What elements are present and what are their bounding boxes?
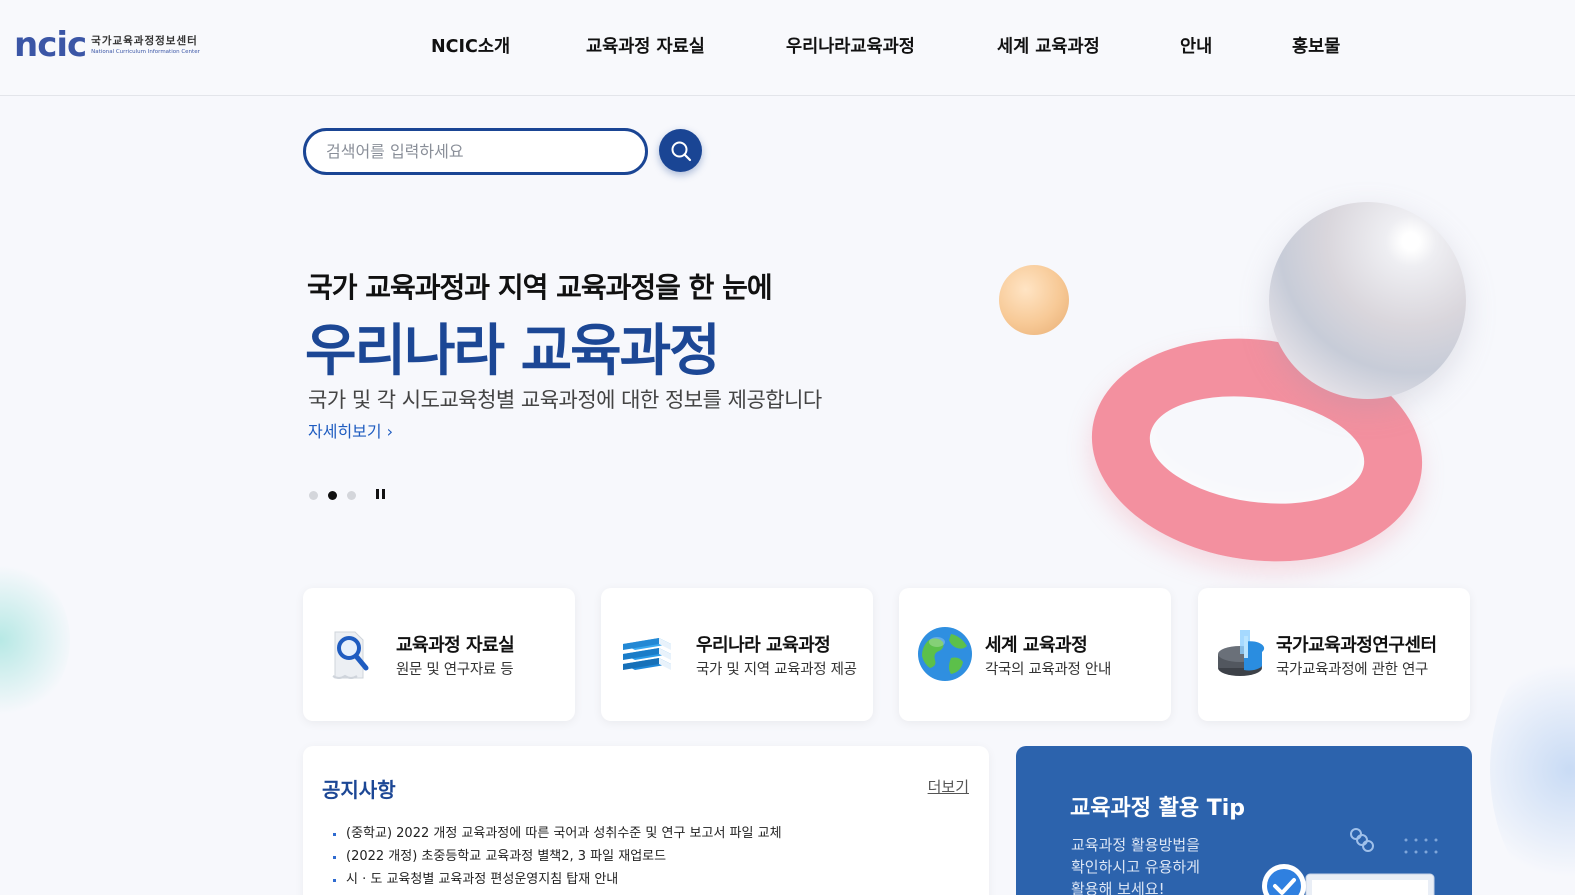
background-blur-left xyxy=(0,560,70,720)
slide-dot-2[interactable] xyxy=(328,490,337,500)
hero-description: 국가 및 각 시도교육청별 교육과정에 대한 정보를 제공합니다 xyxy=(308,388,822,412)
card-korea-curriculum[interactable]: 우리나라 교육과정 국가 및 지역 교육과정 제공 xyxy=(601,588,873,721)
card-desc: 각국의 교육과정 안내 xyxy=(985,662,1111,678)
tip-line: 활용해 보세요! xyxy=(1071,880,1165,895)
nav-item-curriculum-archive[interactable]: 교육과정 자료실 xyxy=(586,33,705,58)
globe-icon xyxy=(918,627,972,681)
tip-line: 교육과정 활용방법을 xyxy=(1071,836,1200,854)
card-curriculum-archive[interactable]: 교육과정 자료실 원문 및 연구자료 등 xyxy=(303,588,575,721)
tip-panel[interactable]: 교육과정 활용 Tip 교육과정 활용방법을 확인하시고 유용하게 활용해 보세… xyxy=(1016,746,1472,895)
slide-dot-1[interactable] xyxy=(309,490,318,500)
background-blur-right xyxy=(1490,640,1575,895)
notice-title: 공지사항 xyxy=(322,778,396,802)
nav-item-promo[interactable]: 홍보물 xyxy=(1292,33,1340,58)
card-research-center[interactable]: 국가교육과정연구센터 국가교육과정에 관한 연구 xyxy=(1198,588,1470,721)
chart-icon xyxy=(1218,630,1265,676)
tip-title: 교육과정 활용 Tip xyxy=(1070,796,1246,821)
slide-indicator xyxy=(309,489,386,501)
tip-description: 교육과정 활용방법을 확인하시고 유용하게 활용해 보세요! xyxy=(1071,834,1200,895)
search-icon xyxy=(671,141,691,161)
books-icon xyxy=(623,638,671,670)
logo-english-name: National Curriculum Information Center xyxy=(91,48,200,55)
search-input[interactable] xyxy=(306,131,645,172)
hero-more-link[interactable]: 자세히보기 › xyxy=(308,418,393,442)
nav-item-korea-curriculum[interactable]: 우리나라교육과정 xyxy=(786,33,915,58)
search-button[interactable] xyxy=(659,129,702,172)
slide-dot-3[interactable] xyxy=(347,490,356,500)
decorative-orange-ball xyxy=(999,265,1069,335)
site-header: ncic 국가교육과정정보센터 National Curriculum Info… xyxy=(0,0,1575,96)
card-title: 교육과정 자료실 xyxy=(396,635,515,656)
notice-item[interactable]: 시 · 도 교육청별 교육과정 편성운영지침 탑재 안내 xyxy=(333,868,782,891)
hero-title: 우리나라 교육과정 xyxy=(305,319,721,384)
nav-item-ncic-intro[interactable]: NCIC소개 xyxy=(431,33,510,58)
decorative-white-ball xyxy=(1269,202,1466,399)
card-title: 국가교육과정연구센터 xyxy=(1276,635,1437,656)
card-title: 세계 교육과정 xyxy=(985,635,1088,656)
hero-subtitle: 국가 교육과정과 지역 교육과정을 한 눈에 xyxy=(307,271,773,304)
card-title: 우리나라 교육과정 xyxy=(696,635,831,656)
pause-icon[interactable] xyxy=(374,489,386,501)
site-logo[interactable]: ncic 국가교육과정정보센터 National Curriculum Info… xyxy=(14,28,200,62)
logo-mark: ncic xyxy=(14,25,87,65)
search-box xyxy=(303,128,648,175)
checklist-illustration-icon xyxy=(1262,828,1438,895)
notice-list: (중학교) 2022 개정 교육과정에 따른 국어과 성취수준 및 연구 보고서… xyxy=(333,822,782,891)
notice-panel: 공지사항 더보기 (중학교) 2022 개정 교육과정에 따른 국어과 성취수준… xyxy=(303,746,989,895)
nav-item-world-curriculum[interactable]: 세계 교육과정 xyxy=(997,33,1100,58)
logo-text: 국가교육과정정보센터 National Curriculum Informati… xyxy=(91,35,200,56)
logo-korean-name: 국가교육과정정보센터 xyxy=(91,34,198,47)
nav-item-guide[interactable]: 안내 xyxy=(1180,33,1212,58)
card-world-curriculum[interactable]: 세계 교육과정 각국의 교육과정 안내 xyxy=(899,588,1171,721)
card-desc: 원문 및 연구자료 등 xyxy=(396,662,514,678)
notice-item[interactable]: (중학교) 2022 개정 교육과정에 따른 국어과 성취수준 및 연구 보고서… xyxy=(333,822,782,845)
tip-line: 확인하시고 유용하게 xyxy=(1071,858,1200,876)
magnifier-document-icon xyxy=(332,631,369,679)
notice-item[interactable]: (2022 개정) 초중등학교 교육과정 별책2, 3 파일 재업로드 xyxy=(333,845,782,868)
card-desc: 국가 및 지역 교육과정 제공 xyxy=(696,662,857,678)
notice-more-link[interactable]: 더보기 xyxy=(928,776,969,797)
card-desc: 국가교육과정에 관한 연구 xyxy=(1276,662,1429,678)
